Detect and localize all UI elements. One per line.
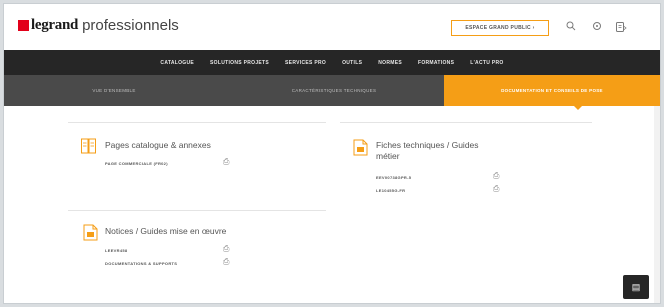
page-scrollbar[interactable] — [654, 106, 660, 303]
nav-item-services-pro[interactable]: SERVICES PRO — [285, 60, 326, 66]
tab-documentation-conseils-pose[interactable]: DOCUMENTATION ET CONSEILS DE POSE — [444, 75, 660, 106]
legrand-logo[interactable]: legrand professionnels — [18, 17, 179, 34]
product-subnav: VUE D'ENSEMBLE CARACTÉRISTIQUES TECHNIQU… — [4, 75, 660, 106]
fiches-document-icon — [353, 139, 368, 156]
divider — [68, 210, 326, 211]
logo-mark-icon — [18, 20, 29, 31]
logo-professionnels-text: professionnels — [82, 17, 179, 34]
divider — [340, 122, 592, 123]
doc-link-page-commerciale[interactable]: PAGE COMMERCIALE (FR02) — [105, 161, 168, 166]
tab-caracteristiques-techniques[interactable]: CARACTÉRISTIQUES TECHNIQUES — [224, 75, 444, 106]
active-tab-caret — [574, 106, 582, 110]
download-icon[interactable]: ⎙ — [223, 158, 229, 166]
chat-button[interactable]: ▤ — [623, 275, 649, 299]
page-frame: legrand professionnels ESPACE GRAND PUBL… — [3, 3, 661, 304]
download-icon[interactable]: ⎙ — [223, 258, 229, 266]
cart-icon[interactable] — [615, 21, 627, 36]
site-header: legrand professionnels ESPACE GRAND PUBL… — [4, 4, 660, 48]
nav-item-outils[interactable]: OUTILS — [342, 60, 362, 66]
doc-link-documentations-supports[interactable]: DOCUMENTATIONS & SUPPORTS — [105, 261, 177, 266]
nav-item-normes[interactable]: NORMES — [378, 60, 402, 66]
block-title-notices: Notices / Guides mise en œuvre — [105, 226, 227, 236]
doc-link-le10455g[interactable]: LE10455G-FR — [376, 188, 405, 193]
nav-item-actu-pro[interactable]: L'ACTU PRO — [470, 60, 503, 66]
block-title-fiches-line2: métier — [376, 151, 400, 161]
search-icon[interactable] — [566, 21, 576, 34]
nav-item-formations[interactable]: FORMATIONS — [418, 60, 454, 66]
download-icon[interactable]: ⎙ — [223, 245, 229, 253]
main-nav: CATALOGUE SOLUTIONS PROJETS SERVICES PRO… — [4, 50, 660, 75]
espace-grand-public-button[interactable]: ESPACE GRAND PUBLIC › — [451, 20, 549, 36]
logo-brand-text: legrand — [31, 17, 79, 33]
location-icon[interactable] — [592, 21, 602, 34]
doc-link-leevr458[interactable]: LEEVR458 — [105, 248, 127, 253]
divider — [68, 122, 326, 123]
notices-document-icon — [83, 224, 98, 241]
nav-item-solutions-projets[interactable]: SOLUTIONS PROJETS — [210, 60, 269, 66]
catalogue-pages-icon — [81, 138, 96, 154]
block-title-catalogue: Pages catalogue & annexes — [105, 140, 211, 150]
doc-link-eev00738gpr[interactable]: EEV00738GPR-5 — [376, 175, 411, 180]
download-icon[interactable]: ⎙ — [493, 185, 499, 193]
chat-icon: ▤ — [631, 281, 641, 292]
block-title-fiches-line1: Fiches techniques / Guides — [376, 140, 479, 150]
nav-item-catalogue[interactable]: CATALOGUE — [160, 60, 194, 66]
tab-vue-ensemble[interactable]: VUE D'ENSEMBLE — [4, 75, 224, 106]
download-icon[interactable]: ⎙ — [493, 172, 499, 180]
